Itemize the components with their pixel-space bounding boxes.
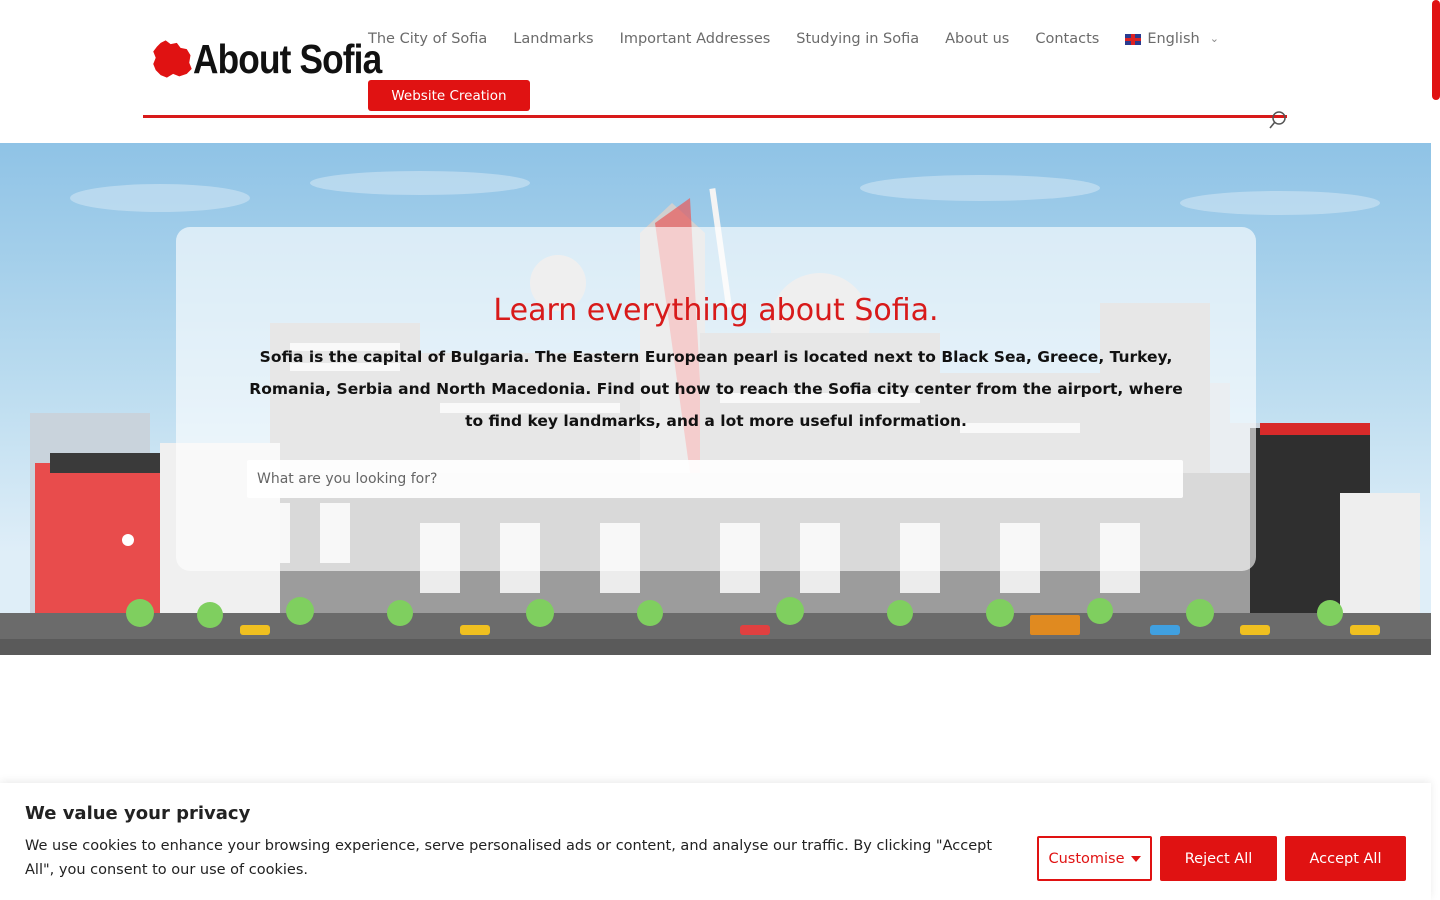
website-creation-button[interactable]: Website Creation — [368, 80, 530, 111]
cookie-description: We use cookies to enhance your browsing … — [25, 838, 993, 878]
hero-description: Sofia is the capital of Bulgaria. The Ea… — [249, 348, 1183, 430]
hero-section: Learn everything about Sofia. Sofia is t… — [0, 143, 1431, 655]
header-divider — [143, 115, 1287, 118]
customise-label: Customise — [1048, 850, 1125, 867]
cookie-consent-banner: We value your privacy We use cookies to … — [0, 783, 1431, 900]
language-selector[interactable]: English ⌄ — [1125, 28, 1219, 50]
chevron-down-icon: ⌄ — [1209, 32, 1219, 45]
scrollbar-thumb[interactable] — [1432, 0, 1440, 100]
hero-search-input[interactable] — [247, 460, 1183, 498]
hero-title: Learn everything about Sofia. — [493, 293, 939, 328]
nav-item-city[interactable]: The City of Sofia — [368, 28, 487, 50]
reject-all-button[interactable]: Reject All — [1160, 836, 1277, 881]
cookie-title: We value your privacy — [25, 803, 251, 824]
nav-item-landmarks[interactable]: Landmarks — [513, 28, 593, 50]
main-nav: The City of Sofia Landmarks Important Ad… — [368, 28, 1245, 50]
sofia-map-icon — [153, 40, 192, 78]
nav-item-studying[interactable]: Studying in Sofia — [796, 28, 919, 50]
nav-item-addresses[interactable]: Important Addresses — [620, 28, 771, 50]
nav-item-about[interactable]: About us — [945, 28, 1009, 50]
accept-all-button[interactable]: Accept All — [1285, 836, 1406, 881]
site-header: About Sofia The City of Sofia Landmarks … — [0, 0, 1431, 143]
customise-button[interactable]: Customise — [1037, 836, 1152, 881]
caret-down-icon — [1130, 855, 1141, 862]
uk-flag-icon — [1125, 33, 1142, 45]
nav-item-contacts[interactable]: Contacts — [1035, 28, 1099, 50]
search-icon[interactable] — [1268, 110, 1288, 130]
logo-text: About Sofia — [192, 35, 382, 82]
language-label: English — [1147, 31, 1200, 47]
